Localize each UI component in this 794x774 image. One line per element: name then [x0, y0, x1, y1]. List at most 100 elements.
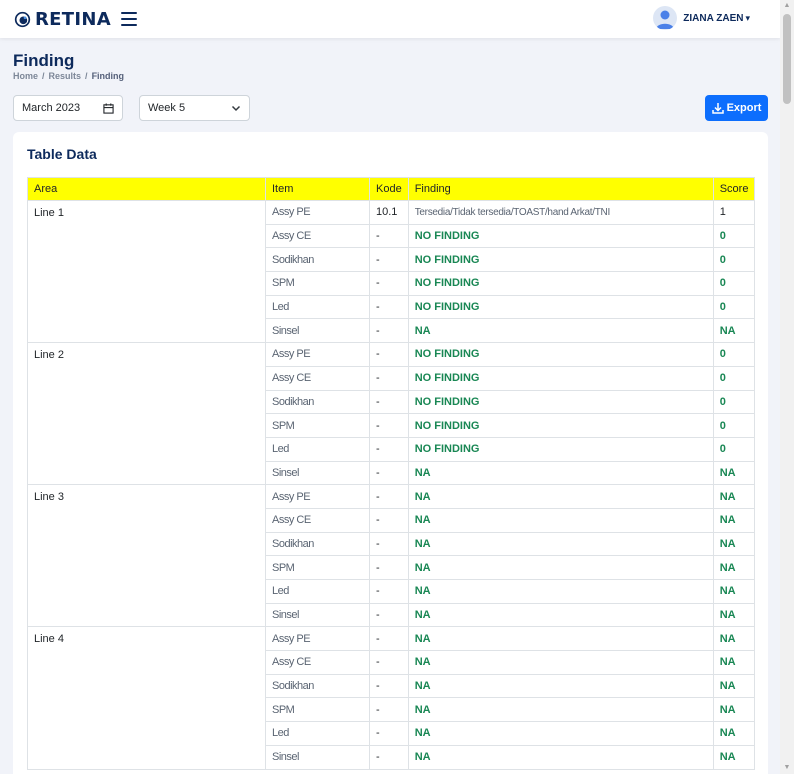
finding-cell: NA	[407, 626, 714, 652]
score-cell: NA	[712, 579, 756, 604]
breadcrumb: Home / Results / Finding	[13, 71, 125, 81]
finding-cell: NA	[407, 697, 714, 723]
kode-cell: -	[369, 460, 409, 486]
kode-cell: -	[369, 650, 409, 675]
item-cell: Led	[265, 294, 370, 320]
column-header-finding: Finding	[407, 177, 714, 201]
item-cell: Assy PE	[265, 626, 370, 652]
score-cell: 0	[712, 294, 756, 320]
score-cell: 0	[712, 436, 756, 462]
app-name: RETINA	[35, 8, 111, 30]
finding-cell: NA	[407, 318, 714, 344]
item-cell: Assy CE	[265, 365, 370, 391]
month-picker[interactable]: March 2023	[13, 95, 123, 121]
score-cell: NA	[712, 673, 756, 699]
breadcrumb-current: Finding	[91, 71, 125, 81]
table-row: Line 2 Assy PE - NO FINDING 0	[27, 342, 756, 486]
score-cell: NA	[712, 626, 756, 652]
export-label: Export	[726, 102, 762, 114]
score-cell: NA	[712, 318, 756, 344]
avatar	[653, 6, 678, 30]
item-cell: Sodikhan	[265, 673, 370, 699]
hamburger-menu-icon[interactable]	[120, 12, 137, 26]
kode-cell: -	[369, 673, 409, 699]
kode-cell: -	[369, 223, 409, 249]
finding-cell: NA	[407, 602, 714, 628]
score-cell: 0	[712, 389, 756, 415]
scroll-down-icon[interactable]: ▼	[783, 764, 791, 772]
month-value: March 2023	[22, 102, 81, 114]
finding-cell: NA	[407, 484, 714, 509]
scroll-thumb[interactable]	[783, 14, 791, 104]
area-cell: Line 3	[27, 484, 266, 628]
item-cell: Assy CE	[265, 650, 370, 675]
item-cell: Assy CE	[265, 507, 370, 533]
user-menu[interactable]: ZIANA ZAEN ▾	[653, 6, 750, 30]
area-cell: Line 4	[27, 626, 266, 770]
table-row: Line 1 Assy PE 10.1 Tersedia/Tidak tersedia…	[27, 199, 756, 344]
item-cell: SPM	[265, 413, 370, 438]
score-cell: NA	[712, 697, 756, 723]
item-cell: Assy CE	[265, 223, 370, 249]
retina-logo-icon	[14, 11, 31, 27]
score-cell: NA	[712, 531, 756, 557]
table-body: Line 1 Assy PE 10.1 Tersedia/Tidak tersedia…	[27, 199, 756, 770]
breadcrumb-results[interactable]: Results	[49, 71, 82, 81]
finding-cell: NO FINDING	[407, 389, 714, 415]
user-icon	[656, 10, 675, 29]
chevron-down-icon	[231, 105, 241, 112]
item-cell: SPM	[265, 271, 370, 296]
kode-cell: -	[369, 744, 409, 770]
finding-cell: NO FINDING	[407, 436, 714, 462]
scroll-up-icon[interactable]: ▲	[783, 2, 791, 10]
finding-cell: NA	[407, 507, 714, 533]
breadcrumb-home[interactable]: Home	[13, 71, 38, 81]
week-select[interactable]: Week 5	[139, 95, 250, 121]
item-cell: Assy PE	[265, 200, 370, 225]
finding-cell: NO FINDING	[407, 413, 714, 438]
page-scrollbar[interactable]: ▲ ▼	[780, 0, 794, 774]
export-button[interactable]: Export	[705, 95, 768, 121]
kode-cell: -	[369, 342, 409, 367]
finding-cell: NO FINDING	[407, 247, 714, 273]
finding-cell: NA	[407, 673, 714, 699]
kode-cell: -	[369, 626, 409, 652]
table-row: Line 3 Assy PE - NA NA	[27, 484, 756, 628]
area-cell: Line 2	[27, 342, 266, 486]
column-header-kode: Kode	[369, 177, 409, 201]
kode-cell: -	[369, 602, 409, 628]
kode-cell: -	[369, 271, 409, 296]
score-cell: NA	[712, 602, 756, 628]
kode-cell: -	[369, 365, 409, 391]
item-cell: Sinsel	[265, 602, 370, 628]
calendar-icon	[103, 102, 114, 114]
kode-cell: -	[369, 484, 409, 509]
table-header-row: Area Item Kode Finding Score	[27, 177, 756, 201]
download-icon	[711, 103, 724, 114]
chevron-down-icon: ▾	[745, 12, 750, 23]
week-value: Week 5	[148, 102, 186, 114]
score-cell: 0	[712, 223, 756, 249]
finding-cell: NA	[407, 744, 714, 770]
item-cell: Led	[265, 721, 370, 746]
item-cell: Sinsel	[265, 318, 370, 344]
kode-cell: -	[369, 294, 409, 320]
kode-cell: -	[369, 318, 409, 344]
score-cell: NA	[712, 744, 756, 770]
score-cell: NA	[712, 721, 756, 746]
score-cell: NA	[712, 484, 756, 509]
item-cell: Assy PE	[265, 484, 370, 509]
kode-cell: -	[369, 507, 409, 533]
user-name: ZIANA ZAEN	[683, 12, 744, 24]
column-header-score: Score	[712, 177, 756, 201]
finding-cell: NA	[407, 555, 714, 580]
item-cell: Led	[265, 579, 370, 604]
score-cell: 0	[712, 342, 756, 367]
kode-cell: -	[369, 579, 409, 604]
app-logo[interactable]: RETINA	[14, 9, 111, 30]
score-cell: NA	[712, 460, 756, 486]
finding-cell: NO FINDING	[407, 342, 714, 367]
item-cell: Sodikhan	[265, 531, 370, 557]
score-cell: 1	[712, 200, 756, 225]
table-card: Table Data Area Item Kode Finding Score …	[13, 132, 768, 774]
